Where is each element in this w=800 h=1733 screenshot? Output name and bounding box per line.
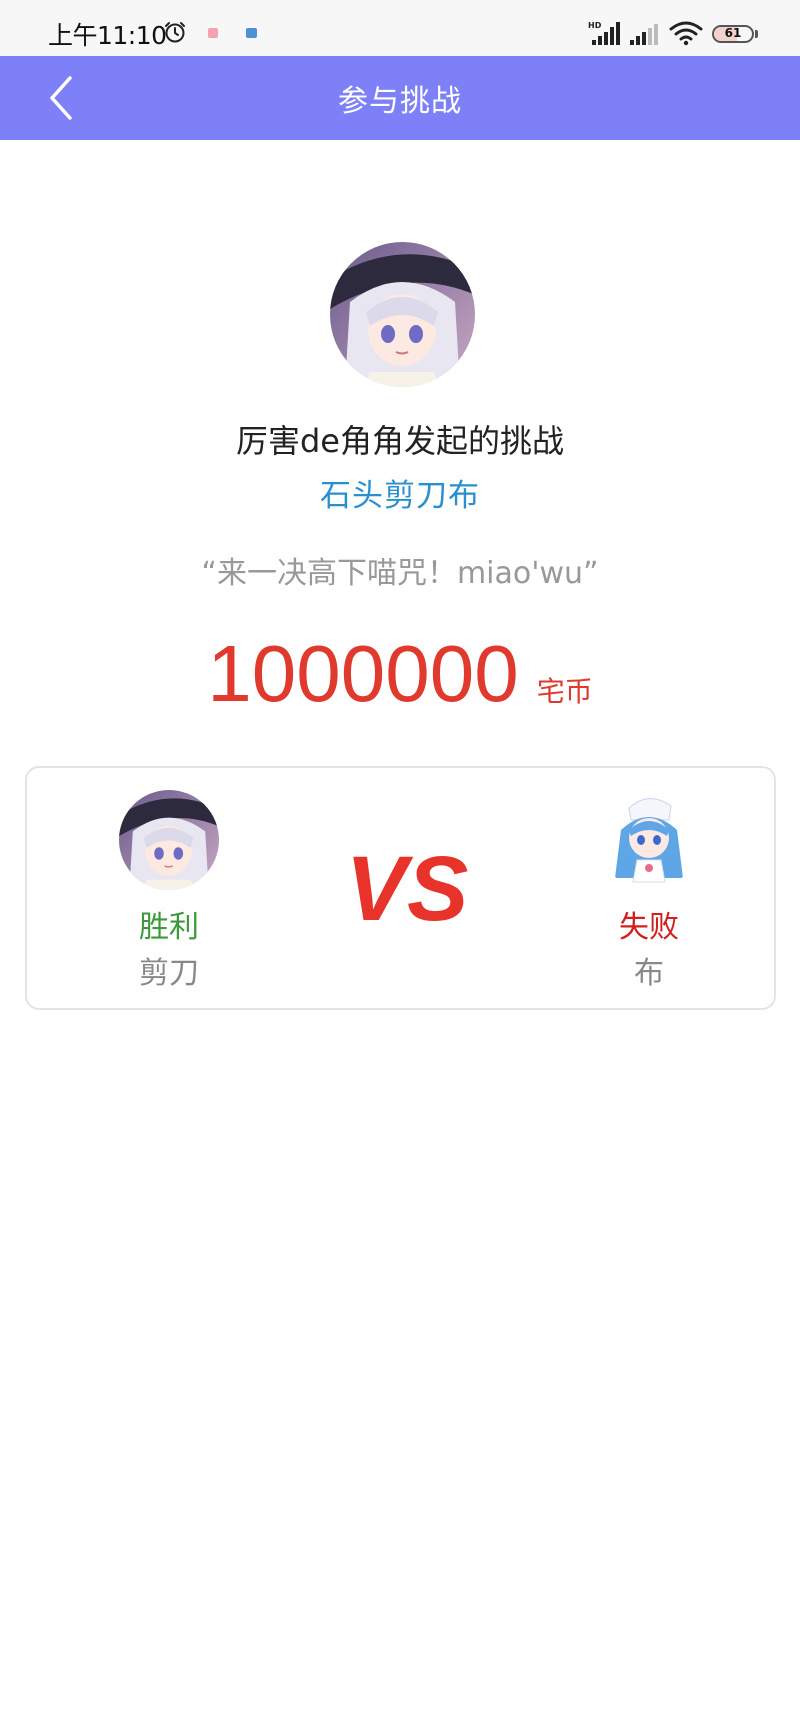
- battery-icon: 61: [712, 25, 754, 43]
- creator-avatar[interactable]: [330, 242, 475, 387]
- wifi-icon: [669, 21, 703, 46]
- alarm-icon: [165, 22, 185, 43]
- status-bar: 上午11:10 HD 61: [0, 0, 800, 56]
- stake-unit: 宅币: [536, 675, 593, 708]
- left-player-avatar[interactable]: [119, 790, 219, 890]
- page-title: 参与挑战: [338, 84, 462, 119]
- game-type-label: 石头剪刀布: [320, 478, 480, 514]
- signal-hd-icon: HD: [588, 21, 620, 45]
- battery-percent: 61: [724, 26, 742, 40]
- left-player-move: 剪刀: [139, 956, 199, 991]
- app-header: 参与挑战: [0, 56, 800, 140]
- right-player-avatar-image: [599, 790, 699, 890]
- creator-avatar-image: [330, 242, 475, 387]
- left-player-avatar-image: [119, 790, 219, 890]
- left-player-result: 胜利: [139, 910, 199, 945]
- vs-label: VS: [346, 838, 469, 938]
- challenge-message: “来一决高下喵咒！miao'wu”: [201, 556, 599, 591]
- right-player-avatar[interactable]: [599, 790, 699, 890]
- creator-name: 厉害de角角发起的挑战: [235, 422, 564, 460]
- result-card: 胜利 剪刀 VS 失败 布: [25, 766, 776, 1010]
- status-time: 上午11:10: [48, 21, 167, 50]
- battery-tip: [755, 30, 758, 38]
- svg-text:HD: HD: [588, 21, 602, 30]
- signal-icon: [630, 24, 658, 45]
- notification-app-icon: [246, 28, 257, 38]
- vs-badge: VS: [346, 838, 469, 938]
- stake-row: 1000000 宅币: [0, 628, 800, 720]
- right-player-move: 布: [634, 956, 664, 991]
- stake-amount: 1000000: [207, 629, 519, 718]
- right-player-result: 失败: [619, 910, 679, 945]
- notification-app-icon: [208, 28, 218, 38]
